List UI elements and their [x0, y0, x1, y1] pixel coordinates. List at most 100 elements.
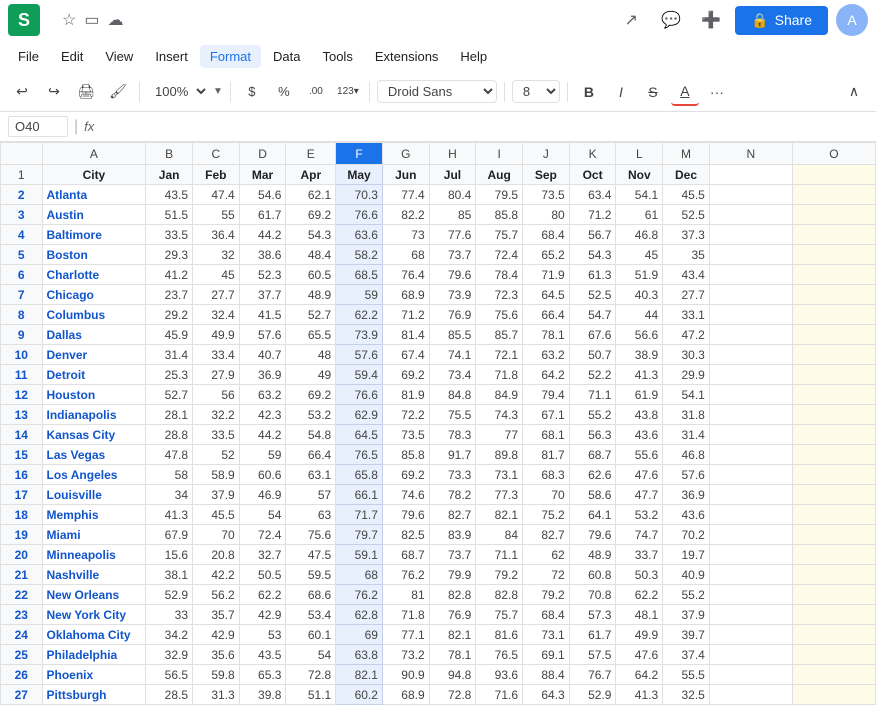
cell-24-col2[interactable]: 42.9	[193, 625, 240, 645]
font-select[interactable]: Droid Sans	[377, 80, 497, 103]
cell-2-city[interactable]: Atlanta	[42, 185, 146, 205]
cell-16-col5[interactable]: 65.8	[336, 465, 383, 485]
cell-14-col6[interactable]: 73.5	[382, 425, 429, 445]
col-header-N[interactable]: N	[709, 143, 792, 165]
cell-4-col1[interactable]: 33.5	[146, 225, 193, 245]
cell-27-col12[interactable]: 32.5	[663, 685, 710, 705]
cell-20-col5[interactable]: 59.1	[336, 545, 383, 565]
col-header-G[interactable]: G	[382, 143, 429, 165]
cell-13-col4[interactable]: 53.2	[286, 405, 336, 425]
menu-tools[interactable]: Tools	[312, 45, 362, 68]
print-button[interactable]: 🖨	[72, 78, 100, 106]
cell-7-col3[interactable]: 37.7	[239, 285, 286, 305]
row-num-7[interactable]: 7	[1, 285, 43, 305]
cell-1-feb[interactable]: Feb	[193, 165, 240, 185]
cell-21-col4[interactable]: 59.5	[286, 565, 336, 585]
cell-24-col12[interactable]: 39.7	[663, 625, 710, 645]
cell-8-col6[interactable]: 71.2	[382, 305, 429, 325]
cell-11-col9[interactable]: 64.2	[523, 365, 570, 385]
cell-9-col6[interactable]: 81.4	[382, 325, 429, 345]
cell-3-col10[interactable]: 71.2	[569, 205, 616, 225]
cell-20-city[interactable]: Minneapolis	[42, 545, 146, 565]
row-num-21[interactable]: 21	[1, 565, 43, 585]
cell-12-col12[interactable]: 54.1	[663, 385, 710, 405]
row-num-22[interactable]: 22	[1, 585, 43, 605]
menu-extensions[interactable]: Extensions	[365, 45, 449, 68]
menu-help[interactable]: Help	[450, 45, 497, 68]
cell-23-col10[interactable]: 57.3	[569, 605, 616, 625]
cell-19-col5[interactable]: 79.7	[336, 525, 383, 545]
cell-5-col6[interactable]: 68	[382, 245, 429, 265]
percent-button[interactable]: %	[270, 78, 298, 106]
cell-8-col3[interactable]: 41.5	[239, 305, 286, 325]
menu-edit[interactable]: Edit	[51, 45, 93, 68]
cell-2-col1[interactable]: 43.5	[146, 185, 193, 205]
cell-15-col9[interactable]: 81.7	[523, 445, 570, 465]
cell-21-city[interactable]: Nashville	[42, 565, 146, 585]
cell-23-col5[interactable]: 62.8	[336, 605, 383, 625]
cell-27-col10[interactable]: 52.9	[569, 685, 616, 705]
cell-18-col1[interactable]: 41.3	[146, 505, 193, 525]
cell-1-dec[interactable]: Dec	[663, 165, 710, 185]
cell-1-sep[interactable]: Sep	[523, 165, 570, 185]
cell-25-col1[interactable]: 32.9	[146, 645, 193, 665]
row-num-20[interactable]: 20	[1, 545, 43, 565]
cell-24-col6[interactable]: 77.1	[382, 625, 429, 645]
cell-19-col1[interactable]: 67.9	[146, 525, 193, 545]
cell-14-col2[interactable]: 33.5	[193, 425, 240, 445]
cell-10-col10[interactable]: 50.7	[569, 345, 616, 365]
cell-22-col2[interactable]: 56.2	[193, 585, 240, 605]
cell-15-col11[interactable]: 55.6	[616, 445, 663, 465]
cell-3-n[interactable]	[709, 205, 792, 225]
cell-14-col12[interactable]: 31.4	[663, 425, 710, 445]
cell-1-jan[interactable]: Jan	[146, 165, 193, 185]
cell-4-col3[interactable]: 44.2	[239, 225, 286, 245]
cell-9-col10[interactable]: 67.6	[569, 325, 616, 345]
cell-26-col8[interactable]: 93.6	[476, 665, 523, 685]
cell-11-col12[interactable]: 29.9	[663, 365, 710, 385]
cell-1-jul[interactable]: Jul	[429, 165, 476, 185]
cell-7-n[interactable]	[709, 285, 792, 305]
cell-24-col7[interactable]: 82.1	[429, 625, 476, 645]
zoom-select[interactable]: 100%	[147, 81, 209, 102]
cell-13-col12[interactable]: 31.8	[663, 405, 710, 425]
cell-8-col7[interactable]: 76.9	[429, 305, 476, 325]
cell-8-col2[interactable]: 32.4	[193, 305, 240, 325]
col-header-E[interactable]: E	[286, 143, 336, 165]
cell-10-city[interactable]: Denver	[42, 345, 146, 365]
collapse-button[interactable]: ∧	[840, 78, 868, 106]
col-header-H[interactable]: H	[429, 143, 476, 165]
cell-15-city[interactable]: Las Vegas	[42, 445, 146, 465]
cell-14-city[interactable]: Kansas City	[42, 425, 146, 445]
cell-25-col7[interactable]: 78.1	[429, 645, 476, 665]
row-num-11[interactable]: 11	[1, 365, 43, 385]
cell-22-col4[interactable]: 68.6	[286, 585, 336, 605]
cell-11-col2[interactable]: 27.9	[193, 365, 240, 385]
cell-9-col8[interactable]: 85.7	[476, 325, 523, 345]
cell-3-col9[interactable]: 80	[523, 205, 570, 225]
cell-23-col8[interactable]: 75.7	[476, 605, 523, 625]
cell-15-n[interactable]	[709, 445, 792, 465]
cell-26-n[interactable]	[709, 665, 792, 685]
cell-18-col11[interactable]: 53.2	[616, 505, 663, 525]
cell-21-col1[interactable]: 38.1	[146, 565, 193, 585]
cell-18-col3[interactable]: 54	[239, 505, 286, 525]
cell-17-col12[interactable]: 36.9	[663, 485, 710, 505]
row-num-9[interactable]: 9	[1, 325, 43, 345]
cell-27-col4[interactable]: 51.1	[286, 685, 336, 705]
cell-10-col2[interactable]: 33.4	[193, 345, 240, 365]
cell-18-n[interactable]	[709, 505, 792, 525]
cell-1-nov[interactable]: Nov	[616, 165, 663, 185]
cell-23-col9[interactable]: 68.4	[523, 605, 570, 625]
cell-10-col5[interactable]: 57.6	[336, 345, 383, 365]
cell-7-col9[interactable]: 64.5	[523, 285, 570, 305]
cell-10-o[interactable]	[792, 345, 875, 365]
col-header-B[interactable]: B	[146, 143, 193, 165]
cell-16-n[interactable]	[709, 465, 792, 485]
cell-17-col10[interactable]: 58.6	[569, 485, 616, 505]
cell-2-col10[interactable]: 63.4	[569, 185, 616, 205]
cell-14-col7[interactable]: 78.3	[429, 425, 476, 445]
cell-7-col1[interactable]: 23.7	[146, 285, 193, 305]
cell-22-o[interactable]	[792, 585, 875, 605]
cell-26-city[interactable]: Phoenix	[42, 665, 146, 685]
